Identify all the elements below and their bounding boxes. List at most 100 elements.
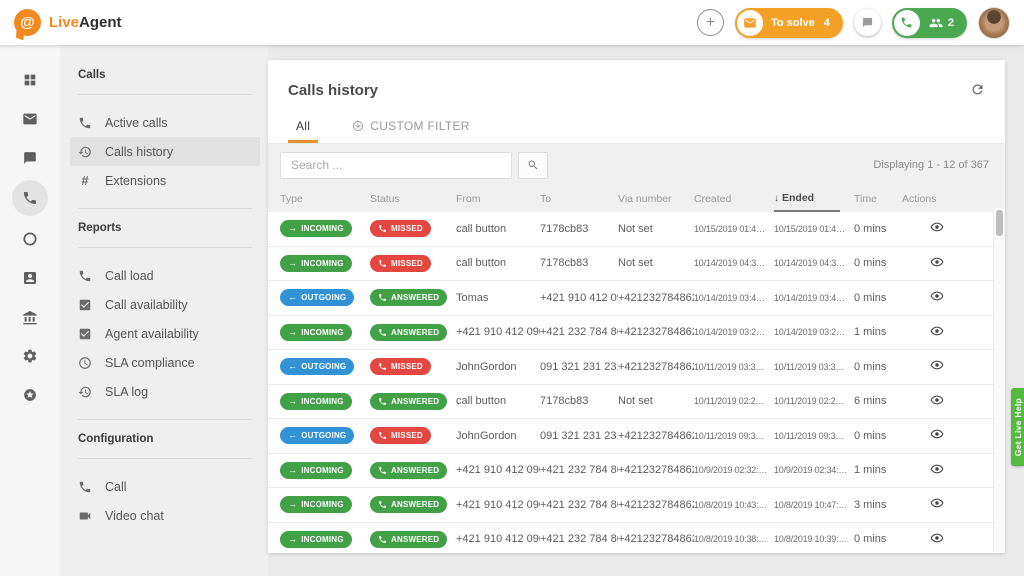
sidebar-item-call-availability[interactable]: Call availability — [70, 290, 260, 319]
table-row[interactable]: → INCOMING ANSWERED call button 7178cb83 Not … — [268, 384, 1005, 419]
user-avatar[interactable] — [978, 6, 1010, 39]
clock-icon — [78, 356, 92, 370]
to-solve-button[interactable]: To solve 4 — [734, 7, 843, 38]
get-live-help-tab[interactable]: Get Live Help — [1011, 388, 1024, 466]
tab-all[interactable]: All — [288, 119, 319, 143]
type-badge: ← OUTGOING — [280, 427, 355, 445]
header-type[interactable]: Type — [280, 186, 370, 212]
eye-icon — [930, 255, 944, 269]
time-cell: 1 mins — [854, 464, 887, 477]
ended-cell: 10/15/2019 01:4… — [774, 223, 845, 234]
sidebar-item-sla-compliance[interactable]: SLA compliance — [70, 348, 260, 377]
calls-status-button[interactable]: 2 — [891, 7, 967, 38]
to-cell: 7178cb83 — [540, 257, 589, 270]
table-row[interactable]: ← OUTGOING MISSED JohnGordon 091 321 231 231… — [268, 350, 1005, 385]
table-scrollbar[interactable] — [993, 208, 1005, 553]
created-cell: 10/14/2019 04:3… — [694, 258, 765, 269]
header-time[interactable]: Time — [854, 186, 902, 212]
search-icon — [527, 159, 539, 171]
view-call-button[interactable] — [928, 529, 946, 550]
rail-contacts-icon[interactable] — [12, 261, 48, 294]
view-call-button[interactable] — [928, 425, 946, 446]
via-number-cell: +421232784862 — [618, 326, 694, 339]
created-cell: 10/14/2019 03:4… — [694, 292, 765, 303]
table-row[interactable]: → INCOMING ANSWERED +421 910 412 090 +421 23… — [268, 453, 1005, 488]
scrollbar-thumb[interactable] — [996, 210, 1003, 236]
header-from[interactable]: From — [456, 186, 540, 212]
table-row[interactable]: ←OUTGOING ANSWERED Tomas +421 910 412 090+4… — [268, 281, 1005, 316]
created-cell: 10/8/2019 10:43:… — [694, 499, 768, 510]
phone-icon — [378, 328, 387, 337]
view-call-button[interactable] — [928, 253, 946, 274]
agents-group-icon — [929, 16, 943, 30]
view-call-button[interactable] — [928, 391, 946, 412]
search-input[interactable] — [280, 151, 512, 179]
to-cell: 091 321 231 231 — [540, 429, 618, 442]
eye-icon — [930, 462, 944, 476]
sidebar-item-sla-log[interactable]: SLA log — [70, 377, 260, 406]
status-badge: ANSWERED — [370, 461, 448, 479]
sidebar-item-extensions[interactable]: # Extensions — [70, 166, 260, 195]
rail-settings-icon[interactable] — [12, 339, 48, 372]
from-cell: call button — [456, 257, 507, 270]
table-row[interactable]: → INCOMING ANSWERED +421 910 412 090 +421 23… — [268, 315, 1005, 350]
eye-icon — [930, 358, 944, 372]
rail-status-circle-icon[interactable] — [12, 222, 48, 255]
rail-chat-icon[interactable] — [12, 141, 48, 174]
liveagent-logo[interactable]: @ LiveAgent — [14, 9, 122, 36]
header-ended[interactable]: ↓ Ended — [774, 186, 840, 212]
table-row[interactable]: → INCOMING ANSWERED +421 910 412 090 +421 23… — [268, 488, 1005, 523]
time-cell: 0 mins — [854, 360, 887, 373]
table-row[interactable]: → INCOMING ANSWERED +421 910 412 090 +421 23… — [268, 522, 1005, 553]
time-cell: 0 mins — [854, 533, 887, 546]
sidebar-item-call-config[interactable]: Call — [70, 472, 260, 501]
divider — [78, 94, 252, 95]
rail-dashboard-icon[interactable] — [12, 63, 48, 96]
search-button[interactable] — [518, 151, 548, 179]
table-row[interactable]: ← OUTGOING MISSED JohnGordon 091 321 231 231… — [268, 419, 1005, 454]
view-call-button[interactable] — [928, 494, 946, 515]
chat-button[interactable] — [853, 9, 881, 36]
sidebar-item-agent-availability[interactable]: Agent availability — [70, 319, 260, 348]
header-created[interactable]: Created — [694, 186, 774, 212]
via-number-cell: +421232784862 — [618, 533, 694, 546]
direction-arrow-icon: → — [288, 223, 298, 234]
from-cell: call button — [456, 222, 507, 235]
tab-custom-filter[interactable]: CUSTOM FILTER — [344, 119, 477, 143]
table-row[interactable]: → INCOMING MISSED call button 7178cb83 Not se… — [268, 212, 1005, 247]
sidebar-item-video-chat[interactable]: Video chat — [70, 501, 260, 530]
time-cell: 3 mins — [854, 498, 887, 511]
table-row[interactable]: → INCOMING MISSED call button 7178cb83 Not se… — [268, 246, 1005, 281]
phone-icon — [78, 269, 92, 283]
from-cell: JohnGordon — [456, 360, 517, 373]
sidebar-item-calls-history[interactable]: Calls history — [70, 137, 260, 166]
sidebar-item-call-load[interactable]: Call load — [70, 261, 260, 290]
view-call-button[interactable] — [928, 322, 946, 343]
circle-plus-icon — [352, 120, 364, 132]
time-cell: 0 mins — [854, 222, 887, 235]
rail-phone-icon[interactable] — [12, 180, 48, 216]
sidebar-item-active-calls[interactable]: Active calls — [70, 108, 260, 137]
eye-icon — [930, 427, 944, 441]
icon-rail — [0, 45, 60, 576]
table-header-row: Type Status From To Via number Created ↓… — [268, 186, 1005, 212]
phone-icon — [893, 9, 920, 36]
view-call-button[interactable] — [928, 287, 946, 308]
add-button[interactable]: + — [696, 9, 724, 36]
header-status[interactable]: Status — [370, 186, 456, 212]
rail-mail-icon[interactable] — [12, 102, 48, 135]
via-number-cell: Not set — [618, 222, 653, 235]
view-call-button[interactable] — [928, 460, 946, 481]
rail-gamification-icon[interactable] — [12, 378, 48, 411]
header-to[interactable]: To — [540, 186, 618, 212]
header-via-number[interactable]: Via number — [618, 186, 694, 212]
to-cell: +421 232 784 862 — [540, 498, 618, 511]
view-call-button[interactable] — [928, 356, 946, 377]
refresh-button[interactable] — [970, 82, 985, 100]
rail-academy-icon[interactable] — [12, 300, 48, 333]
sort-desc-icon: ↓ — [774, 192, 779, 204]
view-call-button[interactable] — [928, 218, 946, 239]
status-badge: ANSWERED — [370, 323, 448, 341]
to-cell: 7178cb83 — [540, 222, 589, 235]
direction-arrow-icon: → — [288, 499, 298, 510]
